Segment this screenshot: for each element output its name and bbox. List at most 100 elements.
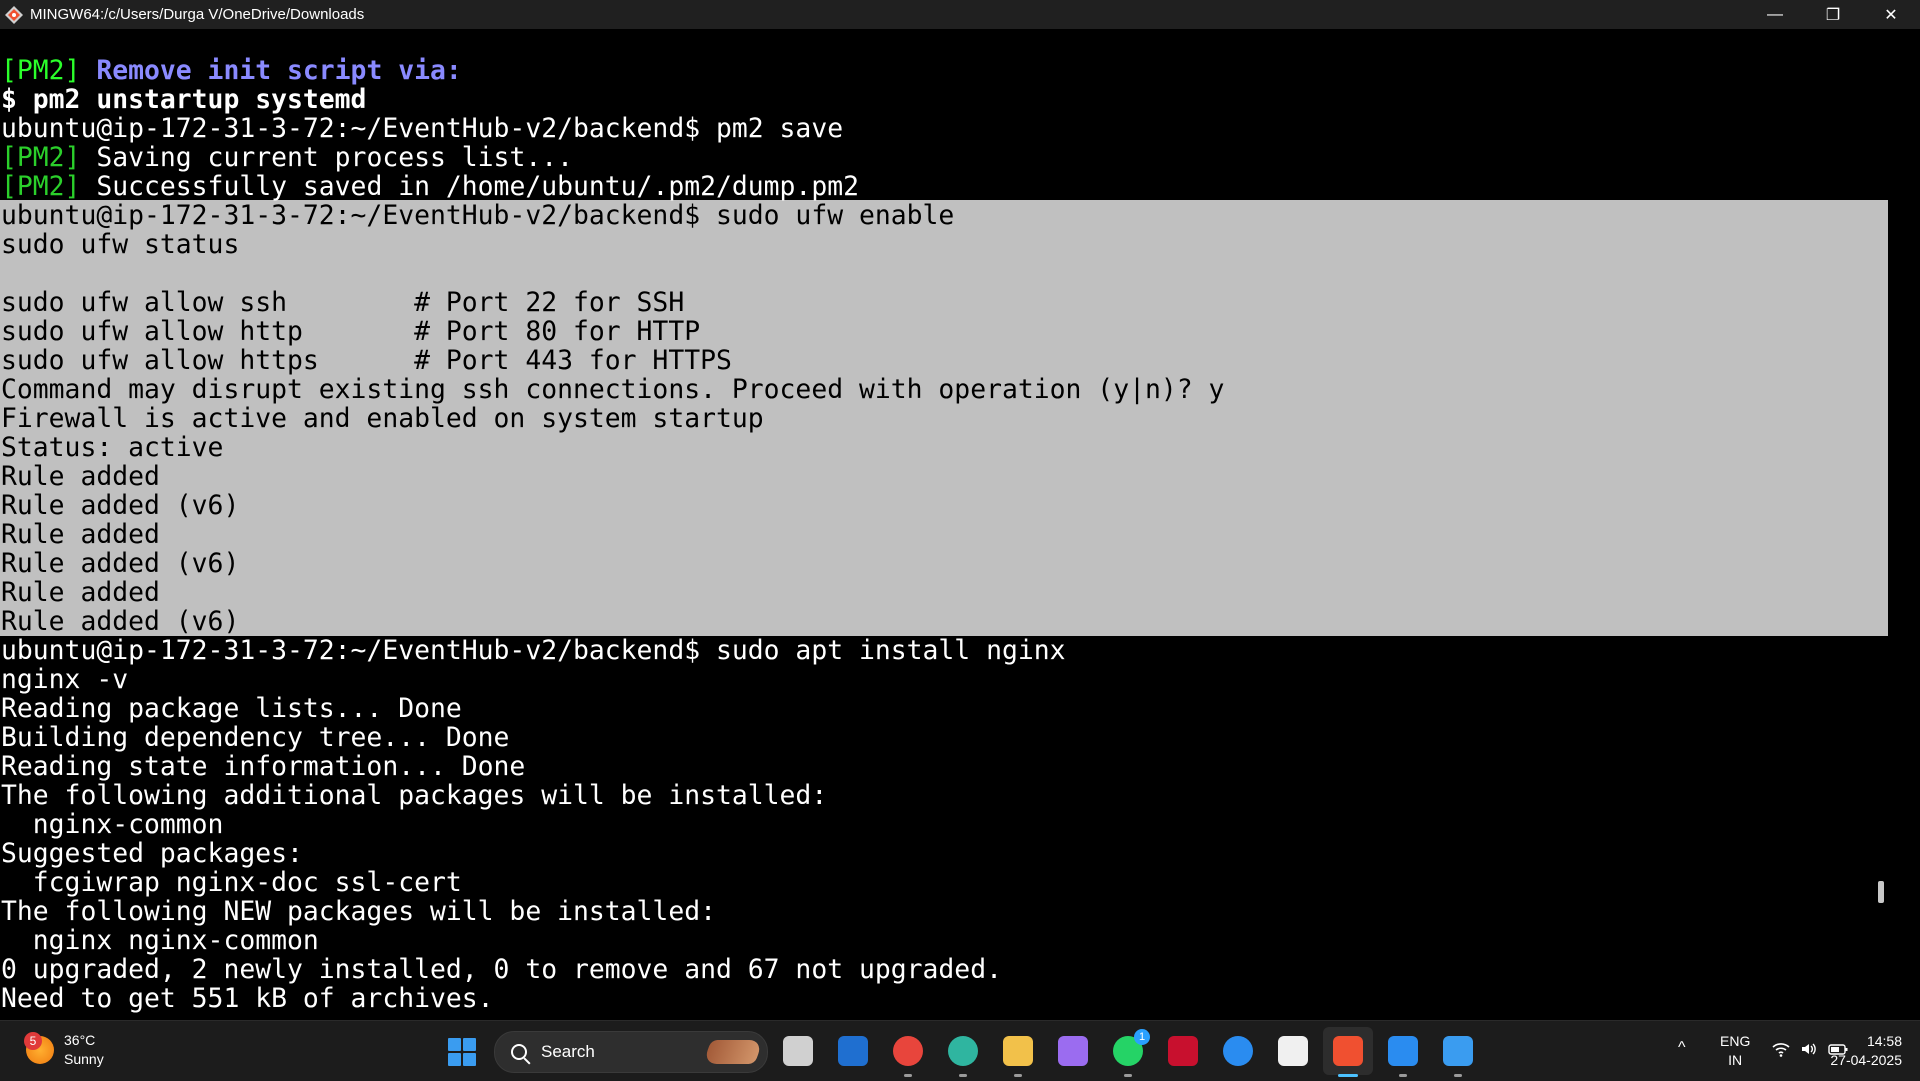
mcafee-icon	[1168, 1036, 1198, 1066]
running-indicator	[904, 1074, 912, 1077]
terminal-text: [PM2]	[1, 55, 81, 86]
scrollbar[interactable]	[1876, 29, 1888, 1020]
terminal-text: ubuntu@ip-172-31-3-72:~/EventHub-v2/back…	[1, 113, 844, 144]
window-title: MINGW64:/c/Users/Durga V/OneDrive/Downlo…	[30, 6, 365, 23]
help-taskbar-button[interactable]	[1220, 1033, 1256, 1069]
terminal-line: fcgiwrap nginx-doc ssl-cert	[1, 867, 462, 898]
help-icon	[1223, 1036, 1253, 1066]
terminal-text: Saving current process list...	[80, 142, 573, 173]
file-explorer-taskbar-button[interactable]	[1000, 1033, 1036, 1077]
volume-icon	[1802, 1043, 1816, 1055]
terminal-line: $ pm2 unstartup systemd	[1, 85, 1066, 114]
weather-widget[interactable]: 5 36°C Sunny	[24, 1031, 104, 1069]
search-highlight-icon	[702, 1040, 764, 1064]
region-code: IN	[1728, 1052, 1743, 1068]
terminal-output: [PM2] Remove init script via: $ pm2 unsta…	[1, 56, 1066, 1013]
running-indicator	[1124, 1074, 1132, 1077]
vscode-taskbar-button[interactable]	[1385, 1033, 1421, 1077]
clock-date: 27-04-2025	[1830, 1052, 1902, 1068]
windows-logo-icon	[448, 1038, 461, 1051]
restore-button[interactable]: ❐	[1804, 0, 1862, 29]
terminal-line: Need to get 551 kB of archives.	[1, 983, 494, 1014]
terminal-line: [PM2] Saving current process list...	[1, 143, 1066, 172]
terminal-line: Suggested packages:	[1, 838, 303, 869]
wifi-icon	[1772, 1043, 1790, 1057]
terminal-line: [PM2] Successfully saved in /home/ubuntu…	[1, 172, 1066, 201]
task-view-taskbar-button[interactable]	[780, 1033, 816, 1069]
taskbar: 5 36°C Sunny Search 1 ^ ENG IN 14:58 27-…	[0, 1020, 1920, 1081]
paint-icon	[1443, 1036, 1473, 1066]
terminal-line: nginx-common	[1, 809, 224, 840]
weather-temp: 36°C	[64, 1032, 96, 1048]
paint-taskbar-button[interactable]	[1440, 1033, 1476, 1077]
edge-icon	[948, 1036, 978, 1066]
git-bash-icon	[1333, 1036, 1363, 1066]
terminal-line: 0 upgraded, 2 newly installed, 0 to remo…	[1, 954, 1002, 985]
microsoft-store-icon	[1278, 1036, 1308, 1066]
mobile-app-taskbar-button[interactable]	[835, 1033, 871, 1069]
running-indicator	[1338, 1074, 1358, 1077]
running-indicator	[1014, 1074, 1022, 1077]
chrome-icon	[893, 1036, 923, 1066]
search-label: Search	[541, 1042, 595, 1061]
start-button[interactable]	[448, 1038, 476, 1066]
running-indicator	[1399, 1074, 1407, 1077]
language-indicator[interactable]: ENG IN	[1720, 1032, 1750, 1070]
minimize-button[interactable]: —	[1746, 0, 1804, 29]
mobile-app-icon	[838, 1036, 868, 1066]
terminal-line: Reading state information... Done	[1, 751, 526, 782]
chrome-taskbar-button[interactable]	[890, 1033, 926, 1077]
terminal-line: [PM2] Remove init script via:	[1, 56, 1066, 85]
microsoft-store-taskbar-button[interactable]	[1275, 1033, 1311, 1069]
copilot-icon	[1058, 1036, 1088, 1066]
running-indicator	[1454, 1074, 1462, 1077]
weather-badge: 5	[24, 1032, 42, 1050]
terminal-line: Reading package lists... Done	[1, 693, 462, 724]
show-hidden-icons-button[interactable]: ^	[1678, 1039, 1686, 1057]
whatsapp-taskbar-button[interactable]: 1	[1110, 1029, 1150, 1077]
terminal-area[interactable]: ubuntu@ip-172-31-3-72:~/EventHub-v2/back…	[0, 29, 1890, 1020]
copilot-taskbar-button[interactable]	[1055, 1033, 1091, 1069]
search-box[interactable]: Search	[494, 1031, 768, 1073]
terminal-line: Building dependency tree... Done	[1, 722, 510, 753]
vscode-icon	[1388, 1036, 1418, 1066]
terminal-text: [PM2]	[1, 171, 81, 202]
search-icon	[511, 1044, 527, 1060]
terminal-line: ubuntu@ip-172-31-3-72:~/EventHub-v2/back…	[1, 114, 1066, 143]
edge-taskbar-button[interactable]	[945, 1033, 981, 1077]
git-bash-app-icon	[5, 5, 23, 24]
scrollbar-thumb[interactable]	[1878, 881, 1884, 903]
file-explorer-icon	[1003, 1036, 1033, 1066]
terminal-text: [PM2]	[1, 142, 81, 173]
title-bar: MINGW64:/c/Users/Durga V/OneDrive/Downlo…	[0, 0, 1920, 29]
clock-time: 14:58	[1866, 1033, 1902, 1049]
clock[interactable]: 14:58 27-04-2025	[1818, 1032, 1902, 1070]
terminal-line: nginx -v	[1, 664, 129, 695]
notification-badge: 1	[1134, 1029, 1150, 1045]
terminal-line: nginx nginx-common	[1, 925, 319, 956]
terminal-text: Remove init script via:	[80, 55, 462, 86]
terminal-line: The following additional packages will b…	[1, 780, 828, 811]
close-button[interactable]: ✕	[1862, 0, 1920, 29]
running-indicator	[959, 1074, 967, 1077]
git-bash-taskbar-button[interactable]	[1323, 1027, 1373, 1077]
weather-condition: Sunny	[64, 1051, 104, 1067]
terminal-line: The following NEW packages will be insta…	[1, 896, 716, 927]
lang-code: ENG	[1720, 1033, 1751, 1049]
terminal-line: ubuntu@ip-172-31-3-72:~/EventHub-v2/back…	[1, 635, 1066, 666]
mcafee-taskbar-button[interactable]	[1165, 1033, 1201, 1069]
sun-icon: 5	[24, 1032, 54, 1064]
terminal-text: Successfully saved in /home/ubuntu/.pm2/…	[80, 171, 859, 202]
